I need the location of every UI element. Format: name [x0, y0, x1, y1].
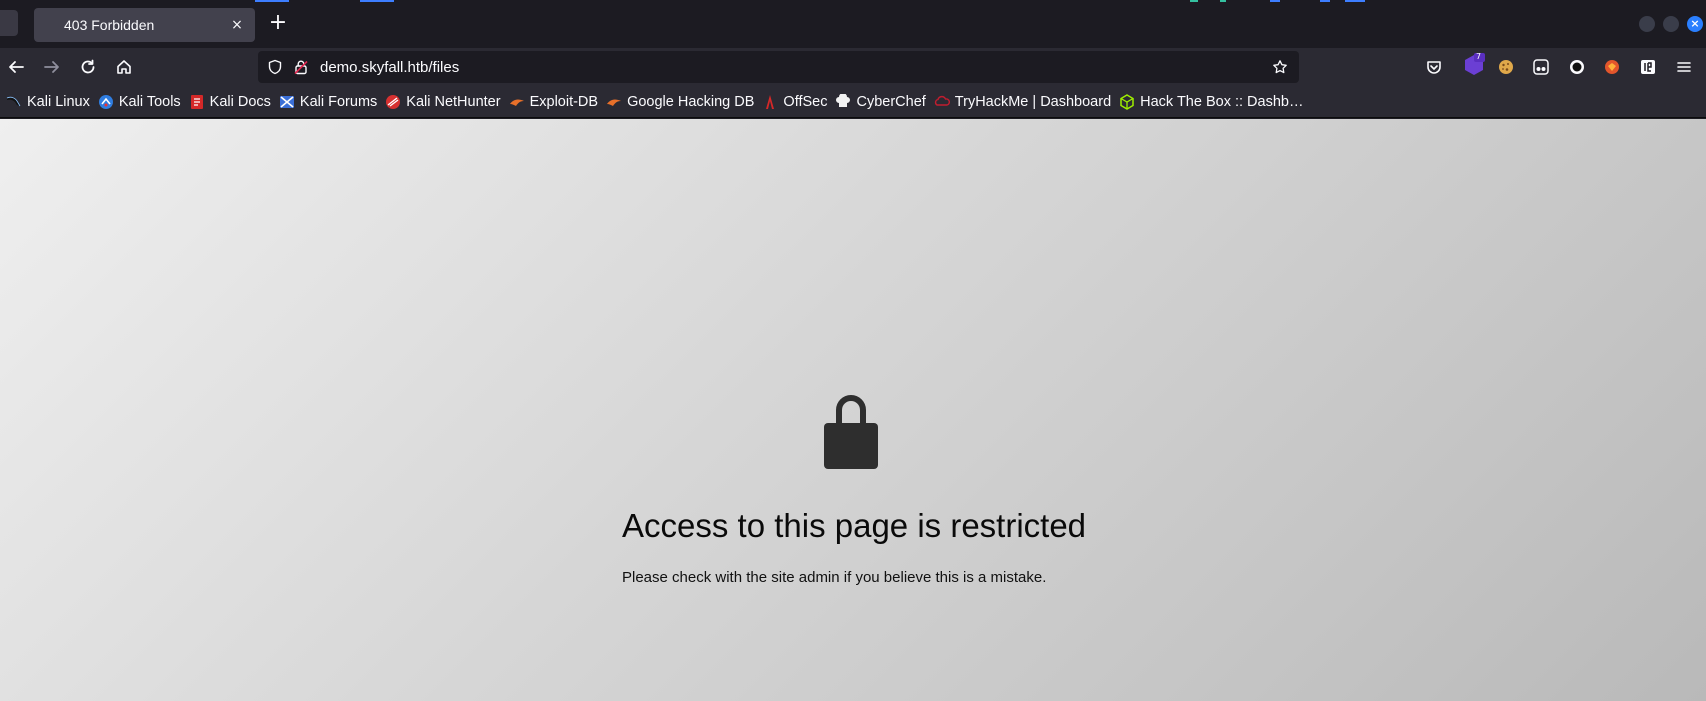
- active-tab[interactable]: 403 Forbidden ×: [34, 8, 255, 42]
- bookmark-label: TryHackMe | Dashboard: [954, 93, 1112, 110]
- new-tab-button[interactable]: +: [264, 10, 292, 38]
- bookmark-label: CyberChef: [856, 93, 926, 110]
- bookmark-label: Kali Docs: [209, 93, 271, 110]
- bookmark-label: Hack The Box :: Dashb…: [1140, 93, 1304, 110]
- tab-indicator: [1320, 0, 1330, 2]
- tab-indicator: [1345, 0, 1365, 2]
- back-button[interactable]: [2, 53, 30, 81]
- bookmark-kali-linux[interactable]: Kali Linux: [4, 90, 96, 114]
- bookmark-label: Kali NetHunter: [406, 93, 501, 110]
- bookmark-tryhackme[interactable]: TryHackMe | Dashboard: [932, 90, 1117, 114]
- kali-dragon-icon: [6, 94, 22, 110]
- offsec-icon: [762, 94, 778, 110]
- bookmark-label: Kali Linux: [27, 93, 90, 110]
- tab-overflow-button[interactable]: [0, 10, 18, 36]
- maximize-button[interactable]: [1663, 16, 1679, 32]
- home-icon: [117, 60, 131, 74]
- home-button[interactable]: [110, 53, 138, 81]
- bookmark-label: Exploit-DB: [529, 93, 599, 110]
- bookmark-google-hacking-db[interactable]: Google Hacking DB: [604, 90, 760, 114]
- padlock-icon: [824, 395, 878, 469]
- kali-tools-icon: [98, 94, 114, 110]
- tab-indicator: [1220, 0, 1226, 2]
- tab-close-icon[interactable]: ×: [225, 17, 249, 33]
- hackthebox-icon: [1119, 93, 1135, 110]
- ghdb-icon: [606, 94, 622, 110]
- reload-button[interactable]: [74, 53, 102, 81]
- extension-badge-count: 7: [1476, 52, 1482, 61]
- pocket-icon[interactable]: [1424, 57, 1444, 77]
- foxyproxy-icon[interactable]: [1602, 57, 1622, 77]
- reload-icon: [81, 59, 95, 74]
- arrow-left-icon: [9, 61, 24, 73]
- bookmark-exploit-db[interactable]: Exploit-DB: [507, 90, 605, 114]
- tab-indicator: [255, 0, 289, 2]
- bookmarks-toolbar: Kali Linux Kali Tools Kali Docs Kali For…: [0, 86, 1706, 118]
- bookmark-label: OffSec: [783, 93, 828, 110]
- bookmark-kali-nethunter[interactable]: Kali NetHunter: [383, 90, 506, 114]
- url-text[interactable]: demo.skyfall.htb/files: [320, 59, 1269, 76]
- minimize-button[interactable]: [1639, 16, 1655, 32]
- kali-forums-icon: [279, 94, 295, 110]
- tab-indicator: [360, 0, 394, 2]
- insecure-lock-icon[interactable]: [290, 56, 312, 78]
- bookmark-kali-tools[interactable]: Kali Tools: [96, 90, 187, 114]
- tab-title: 403 Forbidden: [64, 17, 155, 33]
- tab-strip: 403 Forbidden × + ×: [0, 0, 1706, 48]
- forward-button[interactable]: [38, 53, 66, 81]
- page-message: Please check with the site admin if you …: [622, 569, 1047, 586]
- tryhackme-icon: [934, 94, 950, 110]
- bookmark-offsec[interactable]: OffSec: [760, 90, 833, 114]
- cyberchef-icon: [835, 93, 851, 110]
- arrow-right-icon: [44, 61, 59, 73]
- tracking-protection-shield-icon[interactable]: [264, 56, 286, 78]
- tab-indicator: [1270, 0, 1280, 2]
- kali-docs-icon: [189, 94, 205, 110]
- url-bar[interactable]: demo.skyfall.htb/files: [258, 51, 1299, 83]
- navigation-toolbar: demo.skyfall.htb/files 7: [0, 48, 1706, 86]
- bookmark-kali-docs[interactable]: Kali Docs: [187, 90, 277, 114]
- page-title: Access to this page is restricted: [622, 507, 1087, 544]
- exploit-db-icon: [509, 94, 525, 110]
- menu-icon[interactable]: [1674, 57, 1694, 77]
- dark-reader-icon[interactable]: [1567, 57, 1587, 77]
- window-close-button[interactable]: ×: [1687, 16, 1703, 32]
- bookmark-cyberchef[interactable]: CyberChef: [833, 90, 931, 114]
- nethunter-icon: [385, 94, 401, 110]
- bookmark-kali-forums[interactable]: Kali Forums: [277, 90, 383, 114]
- bookmark-hack-the-box[interactable]: Hack The Box :: Dashb…: [1117, 90, 1309, 114]
- bookmark-label: Kali Tools: [118, 93, 181, 110]
- tab-indicator: [1190, 0, 1198, 2]
- cookie-icon[interactable]: [1496, 57, 1516, 77]
- wappalyzer-icon[interactable]: [1638, 57, 1658, 77]
- tampermonkey-icon[interactable]: [1531, 57, 1551, 77]
- bookmark-label: Kali Forums: [299, 93, 378, 110]
- bookmark-star-icon[interactable]: [1269, 56, 1291, 78]
- extension-badge-icon[interactable]: 7: [1461, 52, 1487, 80]
- bookmark-label: Google Hacking DB: [627, 93, 755, 110]
- page-content: Access to this page is restricted Please…: [0, 119, 1706, 701]
